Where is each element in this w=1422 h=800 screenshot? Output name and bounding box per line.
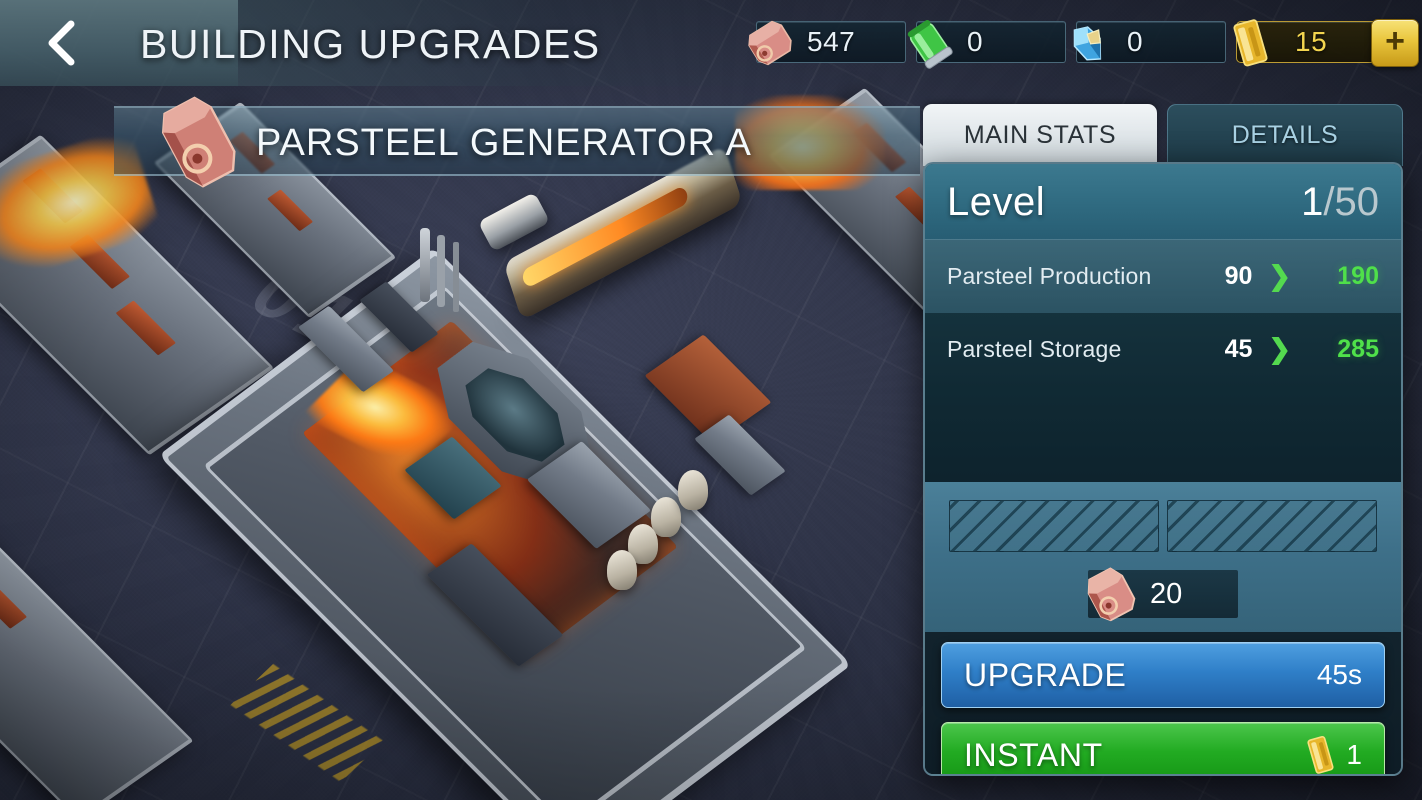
level-row: Level 1/50 bbox=[925, 164, 1401, 240]
plus-icon: + bbox=[1385, 22, 1405, 60]
dilithium-amount: 0 bbox=[1127, 26, 1144, 57]
top-bar: BUILDING UPGRADES 547 0 0 15 + bbox=[0, 0, 1422, 86]
stat-name: Parsteel Storage bbox=[947, 336, 1122, 362]
instant-button-cost: 1 bbox=[1346, 739, 1362, 770]
latinum-amount: 15 bbox=[1295, 26, 1328, 57]
storage-tank-1 bbox=[651, 497, 681, 537]
stat-next-value: 285 bbox=[1337, 335, 1379, 363]
requirement-slot-1[interactable] bbox=[949, 500, 1159, 552]
parsteel-ingot-icon bbox=[161, 92, 238, 192]
stat-row-parsteel-production: Parsteel Production 90 ❯ 190 bbox=[925, 240, 1401, 313]
tritanium-canister-icon bbox=[903, 18, 957, 69]
add-latinum-button[interactable]: + bbox=[1371, 19, 1419, 67]
chevron-right-icon: ❯ bbox=[1268, 334, 1291, 364]
game-screen: 01 03 0 bbox=[0, 0, 1422, 800]
instant-button[interactable]: INSTANT 1 bbox=[941, 722, 1385, 774]
resource-bar: 547 0 0 15 + bbox=[748, 13, 1419, 71]
instant-button-label: INSTANT bbox=[964, 736, 1103, 773]
level-separator: / bbox=[1323, 179, 1335, 224]
level-max: 50 bbox=[1334, 179, 1380, 224]
requirement-slots bbox=[949, 500, 1377, 552]
storage-tank-4 bbox=[678, 470, 708, 510]
parsteel-ingot-icon bbox=[1082, 565, 1140, 622]
tab-main-stats[interactable]: MAIN STATS bbox=[923, 104, 1157, 166]
tab-details[interactable]: DETAILS bbox=[1167, 104, 1403, 166]
resource-chip-parsteel[interactable]: 547 bbox=[748, 20, 906, 66]
tritanium-amount: 0 bbox=[967, 26, 984, 57]
panel-tabs: MAIN STATS DETAILS bbox=[923, 104, 1403, 166]
resource-chip-tritanium[interactable]: 0 bbox=[907, 20, 1066, 69]
tab-main-stats-label: MAIN STATS bbox=[963, 120, 1117, 149]
chevron-right-icon: ❯ bbox=[1268, 261, 1291, 291]
back-button[interactable] bbox=[33, 14, 91, 72]
building-upgrade-panel: MAIN STATS DETAILS Level 1/50 Parsteel P… bbox=[923, 104, 1403, 776]
level-value: 1/50 bbox=[1301, 180, 1379, 225]
upgrade-cost-chip: 20 bbox=[1087, 567, 1238, 622]
stat-name: Parsteel Production bbox=[947, 263, 1152, 289]
building-name-banner: PARSTEEL GENERATOR A bbox=[114, 96, 920, 188]
panel-body: Level 1/50 Parsteel Production 90 ❯ 190 … bbox=[923, 162, 1403, 776]
level-label: Level bbox=[947, 179, 1046, 224]
requirements-area: 20 bbox=[925, 482, 1401, 632]
stat-current-value: 45 bbox=[1224, 335, 1253, 363]
requirement-slot-2[interactable] bbox=[1167, 500, 1377, 552]
resource-chip-dilithium[interactable]: 0 bbox=[1073, 21, 1226, 63]
upgrade-button[interactable]: UPGRADE 45s bbox=[941, 642, 1385, 708]
upgrade-cost-value: 20 bbox=[1150, 577, 1183, 610]
stat-next-value: 190 bbox=[1337, 262, 1379, 290]
latinum-bar-icon bbox=[1302, 735, 1338, 774]
building-name: PARSTEEL GENERATOR A bbox=[256, 122, 752, 164]
action-buttons: UPGRADE 45s INSTANT 1 bbox=[925, 632, 1401, 774]
chevron-left-icon bbox=[48, 20, 75, 66]
level-current: 1 bbox=[1301, 179, 1324, 224]
tab-details-label: DETAILS bbox=[1231, 121, 1339, 149]
storage-tank-3 bbox=[607, 550, 637, 590]
stats-empty-area bbox=[925, 386, 1401, 482]
building-smokestacks bbox=[420, 228, 430, 302]
parsteel-ingot-icon bbox=[743, 18, 797, 68]
stat-row-parsteel-storage: Parsteel Storage 45 ❯ 285 bbox=[925, 313, 1401, 386]
parsteel-amount: 547 bbox=[807, 26, 856, 57]
upgrade-button-time: 45s bbox=[1316, 659, 1362, 690]
latinum-bar-icon bbox=[1223, 18, 1277, 68]
instant-button-cost-group: 1 bbox=[1302, 735, 1362, 774]
stat-current-value: 90 bbox=[1224, 262, 1253, 290]
resource-chip-latinum[interactable]: 15 + bbox=[1233, 19, 1419, 67]
page-title: BUILDING UPGRADES bbox=[140, 21, 601, 67]
dilithium-crystal-icon bbox=[1063, 18, 1117, 68]
upgrade-button-label: UPGRADE bbox=[964, 656, 1127, 693]
